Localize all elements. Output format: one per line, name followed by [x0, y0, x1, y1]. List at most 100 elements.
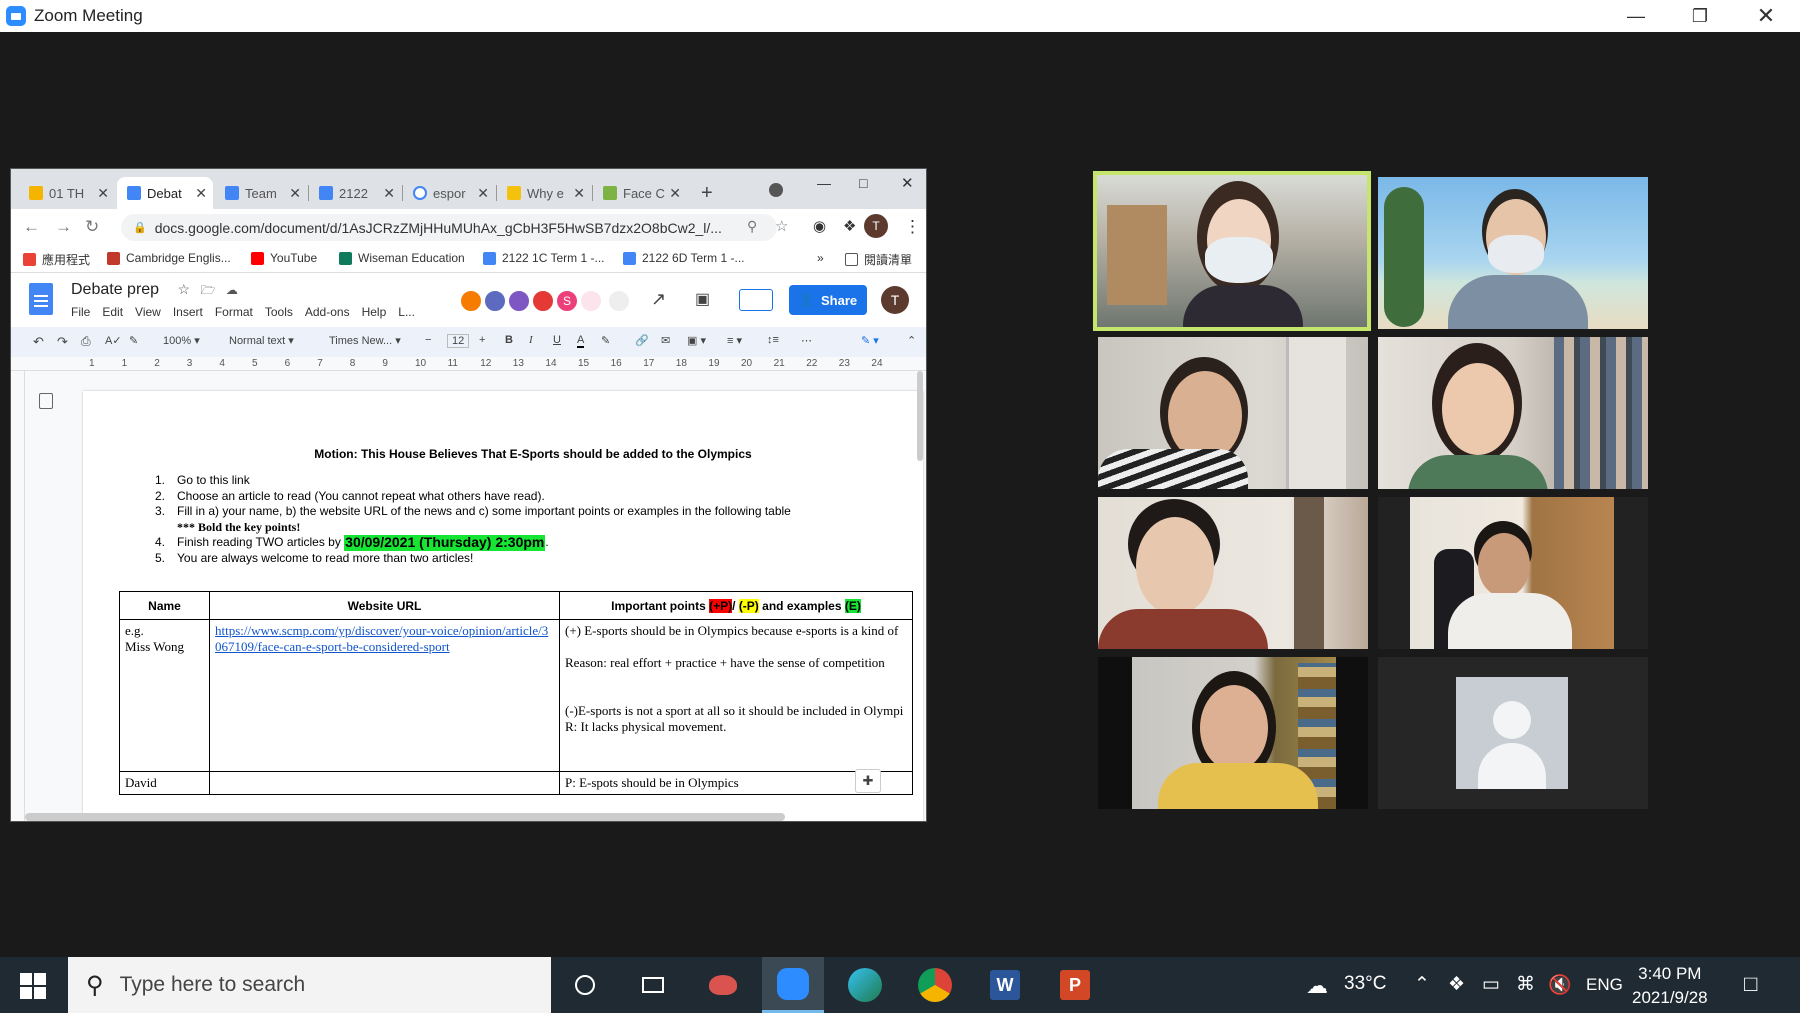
- collaborator-avatar[interactable]: [579, 289, 603, 313]
- activity-trend-icon[interactable]: ↗: [651, 289, 666, 310]
- menu-file[interactable]: File: [71, 305, 90, 319]
- participant-video-active-speaker[interactable]: [1093, 171, 1371, 331]
- bookmark-cambridge[interactable]: Cambridge Englis...: [107, 251, 231, 265]
- collapse-menus-icon[interactable]: ⌃: [907, 334, 916, 347]
- meet-present-icon[interactable]: [739, 289, 773, 311]
- bookmark-6d-term[interactable]: 2122 6D Term 1 -...: [623, 251, 745, 265]
- wifi-icon[interactable]: ⌘: [1516, 973, 1535, 996]
- move-folder-icon[interactable]: 🗁: [201, 283, 216, 297]
- url-cell[interactable]: [209, 771, 560, 795]
- zoom-magnifier-icon[interactable]: ⚲: [747, 218, 757, 235]
- name-cell[interactable]: David: [119, 771, 210, 795]
- back-icon[interactable]: ←: [23, 217, 40, 237]
- close-tab-icon[interactable]: ✕: [195, 185, 207, 202]
- forward-icon[interactable]: →: [55, 217, 72, 237]
- doc-title[interactable]: Debate prep ☆ 🗁 ☁: [71, 281, 238, 302]
- restore-button[interactable]: ❐: [1668, 0, 1732, 32]
- menu-insert[interactable]: Insert: [173, 305, 203, 319]
- bookmark-apps[interactable]: 應用程式: [23, 251, 90, 268]
- close-tab-icon[interactable]: ✕: [573, 185, 585, 202]
- text-color-icon[interactable]: A: [577, 334, 585, 348]
- extension-icon[interactable]: ◉: [813, 217, 826, 235]
- insert-image-icon[interactable]: ▣ ▾: [687, 334, 706, 347]
- print-icon[interactable]: ⎙: [81, 334, 91, 349]
- bold-icon[interactable]: B: [505, 334, 513, 346]
- vertical-ruler[interactable]: [11, 371, 25, 821]
- horizontal-scrollbar[interactable]: [25, 813, 785, 821]
- taskbar-search[interactable]: ⚲ Type here to search: [68, 957, 551, 1013]
- profile-avatar[interactable]: T: [864, 214, 888, 238]
- weather-cloud-icon[interactable]: ☁: [1306, 973, 1328, 999]
- explore-button-icon[interactable]: ✚: [855, 769, 881, 793]
- collaborator-avatar[interactable]: [507, 289, 531, 313]
- cortana-icon[interactable]: [566, 967, 604, 1003]
- add-comment-icon[interactable]: ✉: [661, 334, 670, 347]
- snipping-tool-icon[interactable]: [704, 967, 742, 1003]
- close-tab-icon[interactable]: ✕: [383, 185, 395, 202]
- chrome-browser-icon[interactable]: [916, 967, 954, 1003]
- volume-muted-icon[interactable]: 🔇: [1548, 973, 1572, 997]
- tray-overflow-icon[interactable]: ⌃: [1414, 973, 1430, 996]
- font-size-input[interactable]: 12: [447, 334, 470, 348]
- puzzle-extensions-icon[interactable]: ❖: [843, 217, 856, 235]
- horizontal-ruler[interactable]: 1 1 2 3 4 5 6 7 8 9 10 11 12 13 14 15 16 17 18 19 20 21 22 23 24: [11, 357, 926, 371]
- participant-video[interactable]: [1378, 177, 1648, 329]
- weather-temp[interactable]: 33°C: [1344, 973, 1386, 995]
- more-tools-icon[interactable]: ⋯: [801, 334, 812, 347]
- task-view-icon[interactable]: [634, 967, 672, 1003]
- menu-addons[interactable]: Add-ons: [305, 305, 350, 319]
- battery-icon[interactable]: ▭: [1482, 973, 1500, 996]
- powerpoint-app-icon[interactable]: P: [1056, 967, 1094, 1003]
- docs-logo-icon[interactable]: [29, 283, 53, 315]
- new-tab-button[interactable]: +: [691, 177, 721, 209]
- font-size-increase[interactable]: +: [479, 334, 485, 346]
- undo-icon[interactable]: ↶: [33, 334, 44, 350]
- zoom-taskbar-icon[interactable]: [762, 957, 824, 1013]
- bookmark-star-icon[interactable]: ☆: [775, 217, 788, 235]
- dropbox-icon[interactable]: ❖: [1448, 973, 1465, 996]
- windows-start-button[interactable]: [20, 973, 46, 999]
- comments-icon[interactable]: ▣: [695, 289, 710, 309]
- menu-last-edit[interactable]: L...: [398, 305, 415, 319]
- zoom-select[interactable]: 100% ▾: [163, 334, 200, 347]
- close-tab-icon[interactable]: ✕: [289, 185, 301, 202]
- editing-mode-icon[interactable]: ✎ ▾: [861, 334, 879, 347]
- vertical-scrollbar[interactable]: [917, 371, 923, 461]
- paint-format-icon[interactable]: ✎: [129, 334, 138, 347]
- docs-account-avatar[interactable]: T: [881, 286, 909, 314]
- browser-minimize-button[interactable]: —: [817, 175, 831, 191]
- collaborator-avatar[interactable]: [459, 289, 483, 313]
- close-tab-icon[interactable]: ✕: [477, 185, 489, 202]
- menu-tools[interactable]: Tools: [265, 305, 293, 319]
- star-icon[interactable]: ☆: [178, 281, 191, 297]
- browser-tab-active[interactable]: Debat ✕: [117, 177, 213, 209]
- align-icon[interactable]: ≡ ▾: [727, 334, 742, 347]
- participant-video[interactable]: [1378, 337, 1648, 489]
- document-page[interactable]: Motion: This House Believes That E-Sport…: [83, 391, 923, 821]
- input-language[interactable]: ENG: [1586, 975, 1623, 995]
- bookmark-wiseman[interactable]: Wiseman Education: [339, 251, 465, 265]
- bookmarks-overflow[interactable]: »: [817, 251, 824, 265]
- browser-close-button[interactable]: ✕: [901, 174, 914, 192]
- document-outline-icon[interactable]: [39, 393, 53, 409]
- participant-video[interactable]: [1098, 657, 1368, 809]
- more-collaborators-icon[interactable]: [607, 289, 631, 313]
- link-icon[interactable]: 🔗: [635, 334, 649, 347]
- system-clock[interactable]: 3:40 PM 2021/9/28: [1632, 962, 1708, 1010]
- menu-help[interactable]: Help: [362, 305, 387, 319]
- share-button[interactable]: 👤 Share: [789, 285, 867, 315]
- redo-icon[interactable]: ↷: [57, 334, 68, 350]
- participant-video[interactable]: [1098, 497, 1368, 649]
- browser-tab[interactable]: Face C ✕: [593, 177, 687, 209]
- reading-list[interactable]: 閱讀清單: [845, 251, 912, 268]
- font-select[interactable]: Times New... ▾: [329, 334, 401, 347]
- browser-tab[interactable]: espor ✕: [403, 177, 495, 209]
- browser-tab[interactable]: 2122 ✕: [309, 177, 401, 209]
- browser-tab[interactable]: Why e ✕: [497, 177, 591, 209]
- minimize-button[interactable]: —: [1604, 0, 1668, 32]
- line-spacing-icon[interactable]: ↕≡: [767, 334, 779, 346]
- close-tab-icon[interactable]: ✕: [97, 185, 109, 202]
- browser-tab[interactable]: 01 TH ✕: [19, 177, 115, 209]
- style-select[interactable]: Normal text ▾: [229, 334, 294, 347]
- url-cell[interactable]: https://www.scmp.com/yp/discover/your-vo…: [209, 619, 560, 772]
